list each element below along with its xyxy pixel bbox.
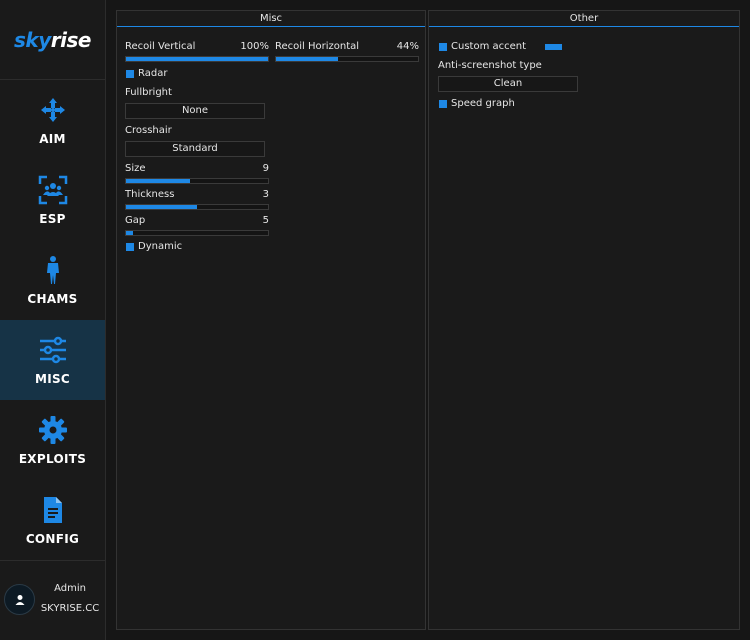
nav-item-aim[interactable]: AIM: [0, 80, 105, 160]
thickness-label: Thickness: [125, 189, 175, 200]
gear-icon: [38, 416, 67, 444]
thickness-fill: [126, 205, 197, 209]
radar-checkbox[interactable]: [126, 70, 134, 78]
skyrise-logo: sky rise: [0, 0, 105, 80]
crosshair-label: Crosshair: [125, 125, 172, 136]
dynamic-checkbox[interactable]: [126, 243, 134, 251]
sidebar: sky rise AIM ESP CHAMS MISC EXPLOITS CON…: [0, 0, 106, 640]
misc-panel-title: Misc: [117, 11, 425, 27]
recoil-vertical-fill: [126, 57, 268, 61]
size-fill: [126, 179, 190, 183]
logo-part-rise: rise: [50, 27, 92, 52]
gap-fill: [126, 231, 134, 235]
speed-graph-label: Speed graph: [451, 98, 515, 109]
person-icon: [46, 256, 59, 284]
gap-value: 5: [262, 215, 269, 226]
user-profile: Admin SKYRISE.CC: [0, 560, 105, 640]
people-scan-icon: [38, 175, 67, 205]
document-icon: [43, 497, 62, 523]
other-panel-title: Other: [429, 11, 739, 27]
nav-label-exploits: EXPLOITS: [18, 452, 87, 466]
other-panel: Other Custom accent Anti-screenshot type…: [428, 10, 740, 630]
recoil-vertical-slider[interactable]: [125, 56, 269, 62]
nav-item-exploits[interactable]: EXPLOITS: [0, 400, 105, 480]
crosshair-dropdown[interactable]: Standard: [125, 141, 265, 157]
accent-color-swatch[interactable]: [545, 44, 562, 50]
gap-slider[interactable]: [125, 230, 269, 236]
nav-label-aim: AIM: [39, 132, 66, 146]
thickness-slider[interactable]: [125, 204, 269, 210]
recoil-horizontal-slider[interactable]: [275, 56, 419, 62]
recoil-horizontal-fill: [276, 57, 339, 61]
speed-graph-checkbox[interactable]: [439, 100, 447, 108]
nav-label-config: CONFIG: [25, 532, 80, 546]
fullbright-dropdown[interactable]: None: [125, 103, 265, 119]
user-site: SKYRISE.CC: [40, 603, 100, 614]
recoil-horizontal-value: 44%: [396, 41, 419, 52]
dynamic-label: Dynamic: [138, 241, 183, 252]
size-label: Size: [125, 163, 146, 174]
nav-menu: AIM ESP CHAMS MISC EXPLOITS CONFIG: [0, 80, 105, 560]
nav-item-esp[interactable]: ESP: [0, 160, 105, 240]
radar-label: Radar: [138, 68, 168, 79]
anti-screenshot-label: Anti-screenshot type: [438, 60, 542, 71]
fullbright-label: Fullbright: [125, 87, 172, 98]
recoil-vertical-value: 100%: [240, 41, 269, 52]
nav-label-misc: MISC: [34, 372, 71, 386]
anti-screenshot-dropdown[interactable]: Clean: [438, 76, 578, 92]
size-slider[interactable]: [125, 178, 269, 184]
nav-label-esp: ESP: [39, 212, 66, 226]
recoil-vertical-label: Recoil Vertical: [125, 41, 196, 52]
recoil-horizontal-label: Recoil Horizontal: [275, 41, 360, 52]
nav-label-chams: CHAMS: [27, 292, 78, 306]
size-value: 9: [262, 163, 269, 174]
nav-item-config[interactable]: CONFIG: [0, 480, 105, 560]
user-icon: [15, 594, 24, 605]
thickness-value: 3: [262, 189, 269, 200]
custom-accent-checkbox[interactable]: [439, 43, 447, 51]
nav-item-chams[interactable]: CHAMS: [0, 240, 105, 320]
sliders-icon: [39, 336, 66, 364]
user-name: Admin: [54, 583, 86, 594]
custom-accent-label: Custom accent: [451, 41, 527, 52]
logo-part-sky: sky: [14, 27, 51, 52]
crosshair-arrows-icon: [40, 98, 65, 122]
gap-label: Gap: [125, 215, 146, 226]
avatar[interactable]: [4, 584, 35, 615]
misc-panel: Misc Recoil Vertical 100% Recoil Horizon…: [116, 10, 426, 630]
nav-item-misc[interactable]: MISC: [0, 320, 105, 400]
